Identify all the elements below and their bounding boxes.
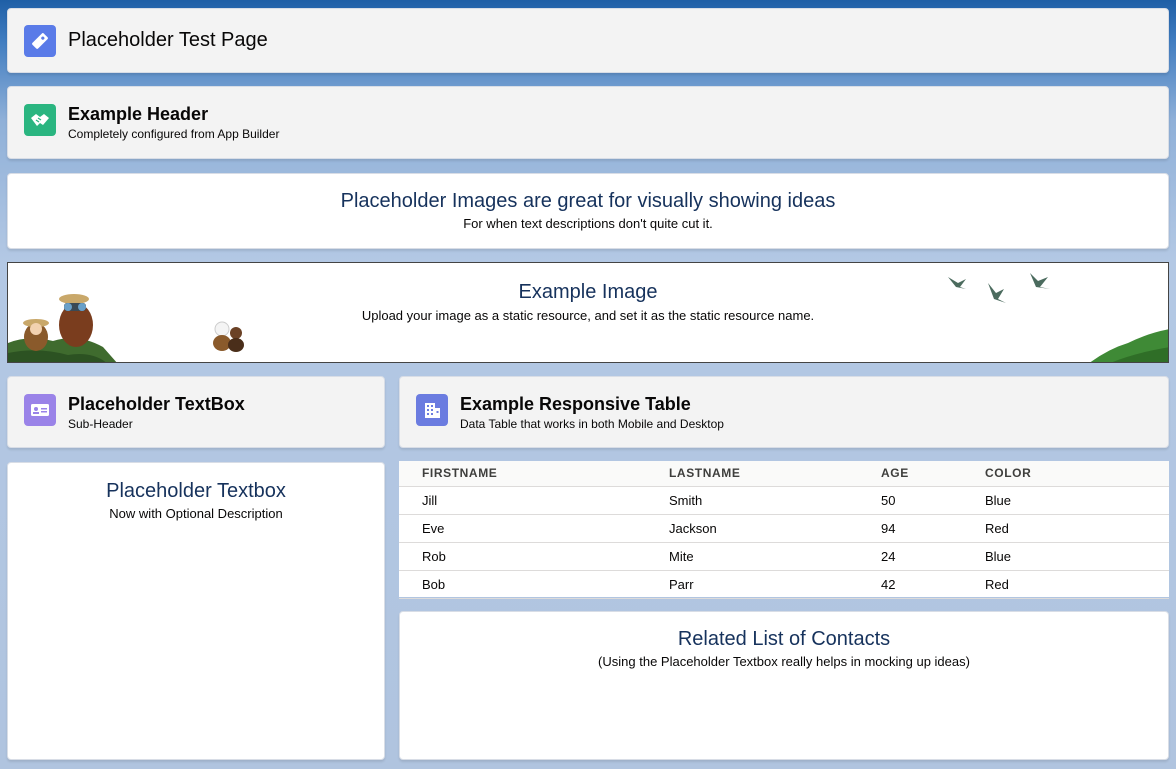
tag-icon (24, 25, 56, 57)
contact-card-icon (24, 394, 56, 426)
placeholder-images-textbox: Placeholder Images are great for visuall… (7, 173, 1169, 249)
example-header-subtitle: Completely configured from App Builder (68, 127, 280, 141)
building-icon (416, 394, 448, 426)
cell-firstname: Bob (399, 570, 646, 599)
textbox-header-title: Placeholder TextBox (68, 394, 245, 414)
related-list-description: (Using the Placeholder Textbox really he… (598, 654, 970, 669)
images-textbox-description: For when text descriptions don't quite c… (463, 216, 713, 231)
cell-lastname: Mite (646, 542, 858, 571)
example-image-description: Upload your image as a static resource, … (361, 308, 815, 323)
cell-color: Blue (962, 542, 1169, 571)
related-list-title: Related List of Contacts (677, 628, 891, 650)
table-row: Bob Parr 42 Red (399, 570, 1169, 599)
cell-color: Red (962, 514, 1169, 543)
table-header-title: Example Responsive Table (460, 394, 691, 414)
table-header-subtitle: Data Table that works in both Mobile and… (460, 417, 724, 431)
column-header-lastname[interactable]: LASTNAME (646, 461, 858, 487)
cell-color: Blue (962, 486, 1169, 515)
example-header-title: Example Header (68, 104, 209, 124)
placeholder-textbox-description: Now with Optional Description (109, 506, 283, 521)
table-row: Eve Jackson 94 Red (399, 514, 1169, 543)
column-header-color[interactable]: COLOR (962, 461, 1169, 487)
cell-age: 50 (858, 486, 962, 515)
column-header-age[interactable]: AGE (858, 461, 962, 487)
column-header-firstname[interactable]: FIRSTNAME (399, 461, 646, 487)
images-textbox-title: Placeholder Images are great for visuall… (340, 190, 836, 212)
cell-age: 94 (858, 514, 962, 543)
cell-lastname: Smith (646, 486, 858, 515)
example-image-title: Example Image (518, 281, 658, 303)
cell-age: 24 (858, 542, 962, 571)
related-list-contacts: Related List of Contacts (Using the Plac… (399, 611, 1169, 760)
example-header: Example Header Completely configured fro… (7, 86, 1169, 159)
textbox-header: Placeholder TextBox Sub-Header (7, 376, 385, 448)
table-row: Rob Mite 24 Blue (399, 542, 1169, 571)
placeholder-textbox-title: Placeholder Textbox (106, 480, 286, 502)
page-header: Placeholder Test Page (7, 8, 1169, 73)
cell-firstname: Eve (399, 514, 646, 543)
table-row: Jill Smith 50 Blue (399, 486, 1169, 515)
small-mascots-icon (213, 321, 244, 352)
cell-firstname: Jill (399, 486, 646, 515)
example-image: Example Image Upload your image as a sta… (7, 262, 1169, 363)
cell-lastname: Jackson (646, 514, 858, 543)
handshake-icon (24, 104, 56, 136)
page-title: Placeholder Test Page (68, 29, 268, 51)
cell-color: Red (962, 570, 1169, 599)
cell-firstname: Rob (399, 542, 646, 571)
cell-lastname: Parr (646, 570, 858, 599)
cell-age: 42 (858, 570, 962, 599)
table-header: Example Responsive Table Data Table that… (399, 376, 1169, 448)
placeholder-textbox: Placeholder Textbox Now with Optional De… (7, 462, 385, 760)
responsive-data-table: FIRSTNAME LASTNAME AGE COLOR Jill Smith … (399, 461, 1169, 599)
table-header-row: FIRSTNAME LASTNAME AGE COLOR (399, 461, 1169, 487)
textbox-header-subtitle: Sub-Header (68, 417, 133, 431)
